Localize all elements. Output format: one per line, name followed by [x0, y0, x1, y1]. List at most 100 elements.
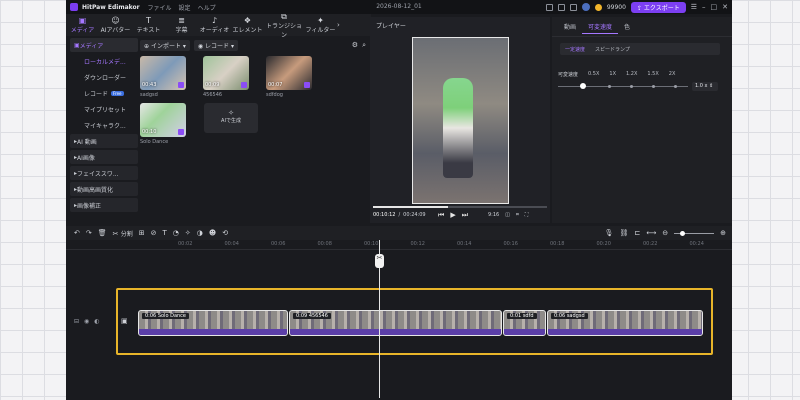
- record-button[interactable]: ◉ レコード ▾: [193, 39, 238, 51]
- sidebar-group-video-enhance[interactable]: ▸ 動画高画質化: [70, 182, 138, 196]
- speed-tick: [674, 85, 677, 88]
- shield-icon[interactable]: ⊘: [151, 229, 157, 237]
- crop-tool-icon[interactable]: ⊞: [139, 229, 145, 237]
- tab-variable-speed[interactable]: 可変速度: [582, 20, 619, 34]
- tab-audio[interactable]: ♪ オーディオ: [198, 16, 231, 34]
- close-icon[interactable]: ✕: [722, 3, 728, 11]
- speed-tool-icon[interactable]: ◔: [173, 229, 179, 237]
- toolbar-scroll-right-icon[interactable]: ›: [337, 21, 340, 29]
- redo-icon[interactable]: ↷: [86, 229, 92, 237]
- tab-ai-avatar[interactable]: ☺ AIアバター: [99, 16, 132, 34]
- tab-color[interactable]: 色: [618, 20, 636, 33]
- track-visible-icon[interactable]: ◉: [84, 318, 89, 325]
- speed-value-input[interactable]: 1.0 x ⇕: [692, 82, 718, 91]
- playhead-handle[interactable]: ✂: [375, 254, 384, 268]
- ruler-tick-label: 00:14: [457, 241, 472, 247]
- fit-icon[interactable]: ⟷: [646, 229, 656, 237]
- free-badge: Free: [111, 90, 124, 96]
- maximize-icon[interactable]: □: [711, 3, 718, 11]
- zoom-slider[interactable]: [674, 230, 715, 236]
- export-button[interactable]: ⇪ エクスポート: [630, 1, 686, 13]
- ai-generate-button[interactable]: ✧ AIで生成: [204, 103, 258, 133]
- media-thumb-sadgsd[interactable]: 00:43: [140, 56, 186, 90]
- sidebar-head-media[interactable]: ▣ メディア: [70, 38, 138, 52]
- media-icon: ▣: [78, 16, 87, 25]
- sidebar-group-face-swap[interactable]: ▸ フェイススワ...: [70, 166, 138, 180]
- sidebar-item-record[interactable]: レコード Free: [70, 86, 138, 100]
- media-thumb-solo-dance[interactable]: 00:10: [140, 103, 186, 137]
- bell-icon[interactable]: [557, 3, 565, 11]
- snapshot-icon[interactable]: ◫: [505, 212, 510, 218]
- cart-icon[interactable]: [569, 3, 577, 11]
- subtab-speed-ramp[interactable]: スピードランプ: [590, 45, 635, 54]
- sidebar-item-my-presets[interactable]: マイプリセット: [70, 102, 138, 116]
- sidebar-group-ai-video[interactable]: ▸ AI 動画: [70, 134, 138, 148]
- tab-subtitle[interactable]: ≣ 字幕: [165, 16, 198, 34]
- player-progress[interactable]: [373, 206, 547, 208]
- coin-icon: [594, 3, 602, 11]
- track-mute-icon[interactable]: ◐: [94, 318, 99, 325]
- export-label: エクスポート: [643, 4, 680, 12]
- speed-slider-knob[interactable]: [580, 83, 586, 89]
- media-thumb-sdfdog[interactable]: 00:07: [266, 56, 312, 90]
- next-frame-icon[interactable]: ⏭: [462, 211, 468, 220]
- search-icon[interactable]: ⌕: [362, 41, 366, 50]
- link-icon[interactable]: ⛓: [619, 229, 628, 237]
- zoom-in-icon[interactable]: ⊕: [720, 229, 726, 237]
- title-bar: HitPaw Edimakor ファイル 設定 ヘルプ 2026-08-12_0…: [66, 0, 732, 14]
- mic-icon[interactable]: 🎙: [605, 229, 614, 237]
- ai-tool-icon[interactable]: ✧: [185, 229, 191, 237]
- menu-icon[interactable]: ☰: [691, 3, 697, 11]
- sidebar-group-image-fix[interactable]: ▸ 画像補正: [70, 198, 138, 212]
- sidebar-item-downloader[interactable]: ダウンローダー: [70, 70, 138, 84]
- video-preview[interactable]: [412, 37, 509, 204]
- text-tool-icon[interactable]: T: [163, 229, 167, 237]
- speed-label: 可変速度: [558, 72, 579, 78]
- video-subject: [443, 78, 473, 178]
- zoom-slider-knob[interactable]: [680, 230, 686, 236]
- face-tool-icon[interactable]: ☻: [209, 229, 216, 237]
- play-icon[interactable]: ▶: [450, 211, 455, 220]
- audio-icon: ♪: [211, 16, 218, 25]
- tab-element[interactable]: ❖ エレメント: [231, 16, 264, 34]
- tab-filter[interactable]: ✦ フィルター: [304, 16, 337, 34]
- minimize-icon[interactable]: –: [702, 3, 706, 11]
- title-bar-right: 99900 ⇪ エクスポート ☰ – □ ✕: [545, 0, 732, 14]
- snap-icon[interactable]: ⊏: [634, 229, 640, 237]
- timeline-ruler[interactable]: 00:02 00:04 00:06 00:08 00:10 00:12 00:14 00:16…: [66, 240, 732, 250]
- speed-tick: [630, 85, 633, 88]
- media-thumb-456546[interactable]: 00:09: [203, 56, 249, 90]
- import-button[interactable]: ⊕ インポート ▾: [140, 39, 190, 51]
- speed-subtabs: 一定速度 スピードランプ: [560, 43, 720, 55]
- delete-icon[interactable]: 🗑: [98, 229, 107, 237]
- split-button[interactable]: ✂ 分割: [113, 229, 133, 238]
- track-lock-icon[interactable]: ⊟: [74, 318, 79, 325]
- ruler-tick-label: 00:06: [271, 241, 286, 247]
- check-icon: [178, 82, 184, 88]
- tab-transition[interactable]: ⧉ トランジション: [264, 12, 304, 39]
- player-right-controls: 9:16 ◫ ⌗ ⛶: [488, 212, 528, 218]
- filter-icon: ✦: [317, 16, 324, 25]
- crop-icon[interactable]: ⌗: [516, 212, 519, 218]
- tab-media[interactable]: ▣ メディア: [66, 16, 99, 34]
- zoom-out-icon[interactable]: ⊖: [662, 229, 668, 237]
- prev-frame-icon[interactable]: ⏮: [438, 211, 444, 220]
- check-icon: [178, 129, 184, 135]
- speed-slider[interactable]: [558, 86, 688, 87]
- fullscreen-icon[interactable]: ⛶: [525, 212, 529, 218]
- subtitle-icon: ≣: [178, 16, 185, 25]
- sidebar-item-local-media[interactable]: ローカルメデ...: [70, 54, 138, 68]
- aspect-ratio[interactable]: 9:16: [488, 212, 499, 218]
- ruler-tick-label: 00:24: [689, 241, 704, 247]
- replace-tool-icon[interactable]: ⟲: [222, 229, 228, 237]
- settings-icon[interactable]: ⚙: [352, 41, 358, 49]
- tab-video[interactable]: 動画: [558, 20, 582, 33]
- gift-icon[interactable]: [545, 3, 553, 11]
- sidebar-item-my-characters[interactable]: マイキャラク...: [70, 118, 138, 132]
- color-tool-icon[interactable]: ◑: [197, 229, 203, 237]
- avatar[interactable]: [581, 3, 590, 11]
- sidebar-group-ai-image[interactable]: ▸ AI画像: [70, 150, 138, 164]
- tab-text[interactable]: T テキスト: [132, 16, 165, 34]
- subtab-constant-speed[interactable]: 一定速度: [560, 45, 590, 54]
- undo-icon[interactable]: ↶: [74, 229, 80, 237]
